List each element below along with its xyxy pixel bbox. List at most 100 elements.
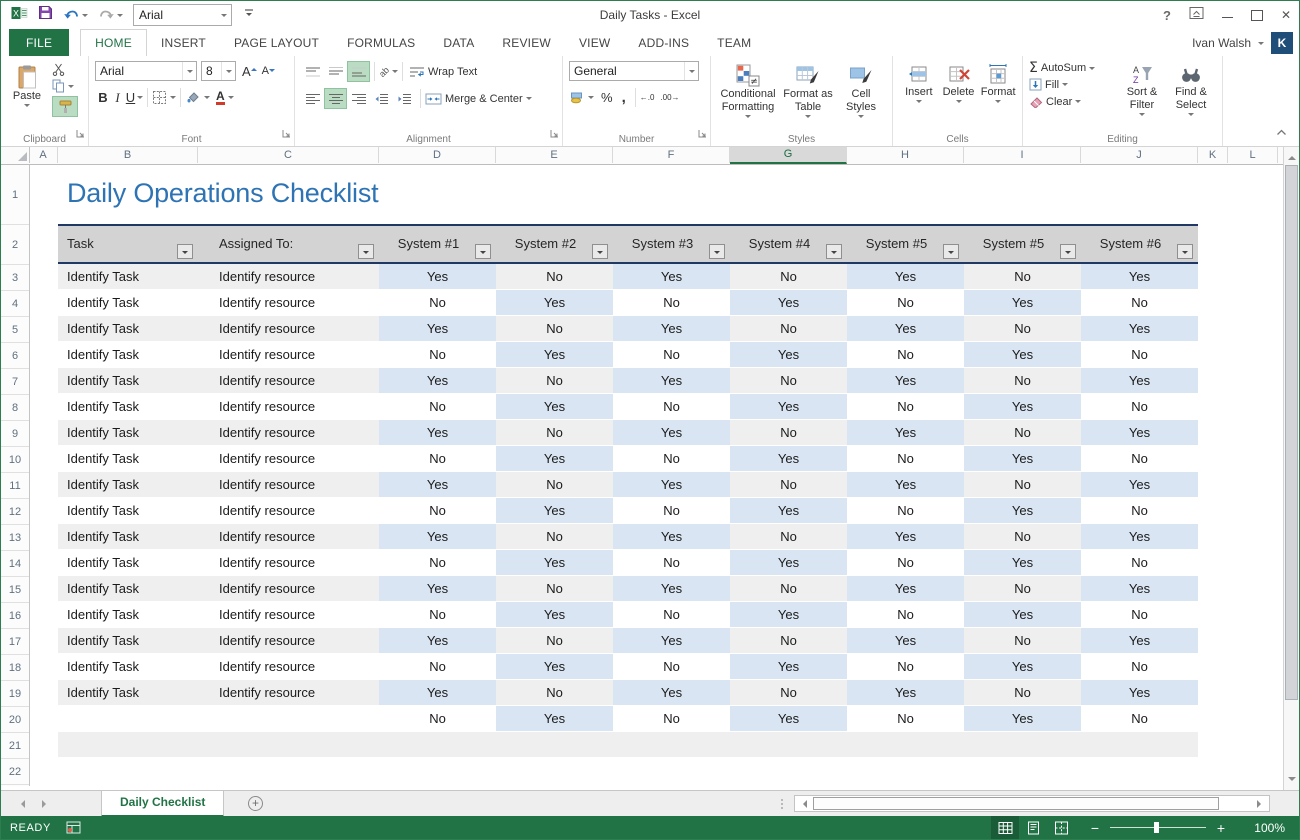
table-cell[interactable]: Yes xyxy=(730,446,847,472)
accounting-format-button[interactable] xyxy=(569,91,594,104)
redo-dropdown-icon[interactable] xyxy=(117,14,123,20)
row-header-3[interactable]: 3 xyxy=(1,265,29,291)
filter-button[interactable] xyxy=(1060,244,1076,259)
table-cell[interactable]: No xyxy=(379,654,496,680)
column-header-C[interactable]: C xyxy=(198,147,379,163)
table-cell[interactable]: Yes xyxy=(730,290,847,316)
sheet-nav-next-button[interactable] xyxy=(42,800,50,808)
table-cell[interactable]: Yes xyxy=(1081,472,1198,498)
tab-splitter-handle[interactable] xyxy=(781,799,783,801)
filter-button[interactable] xyxy=(177,244,193,259)
align-center-button[interactable] xyxy=(324,88,347,109)
select-all-corner[interactable] xyxy=(1,147,30,163)
column-header-H[interactable]: H xyxy=(847,147,964,163)
table-cell[interactable]: Identify resource xyxy=(198,472,379,498)
scroll-up-button[interactable] xyxy=(1288,152,1296,160)
table-cell[interactable]: Yes xyxy=(730,654,847,680)
table-cell[interactable]: Yes xyxy=(730,394,847,420)
table-cell[interactable]: Yes xyxy=(379,368,496,394)
cut-button[interactable] xyxy=(52,63,78,76)
table-cell[interactable]: Yes xyxy=(964,446,1081,472)
table-cell[interactable]: Yes xyxy=(847,368,964,394)
column-header-A[interactable]: A xyxy=(29,147,58,163)
maximize-button[interactable] xyxy=(1251,10,1263,21)
table-cell[interactable]: No xyxy=(847,550,964,576)
increase-indent-button[interactable] xyxy=(393,88,416,109)
table-cell[interactable]: Yes xyxy=(847,316,964,342)
row-header-12[interactable]: 12 xyxy=(1,499,29,525)
table-cell[interactable]: Yes xyxy=(613,628,730,654)
table-header-cell[interactable]: System #2 xyxy=(496,226,613,262)
table-cell[interactable]: Yes xyxy=(847,576,964,602)
table-cell[interactable]: Yes xyxy=(730,550,847,576)
ribbon-tab-page-layout[interactable]: PAGE LAYOUT xyxy=(220,29,333,56)
table-cell[interactable]: Identify Task xyxy=(58,342,198,368)
new-sheet-button[interactable]: + xyxy=(248,796,263,811)
table-cell[interactable]: Yes xyxy=(1081,576,1198,602)
format-as-table-button[interactable]: Format as Table xyxy=(779,61,837,121)
table-cell[interactable]: Identify resource xyxy=(198,602,379,628)
table-cell[interactable]: Identify Task xyxy=(58,654,198,680)
align-right-button[interactable] xyxy=(347,88,370,109)
column-header-K[interactable]: K xyxy=(1198,147,1228,163)
table-empty-row[interactable] xyxy=(58,732,1198,758)
delete-button[interactable]: Delete xyxy=(939,61,979,106)
wrap-text-button[interactable]: Wrap Text xyxy=(409,66,477,78)
number-dialog-launcher-icon[interactable] xyxy=(698,125,707,143)
vertical-scrollbar[interactable] xyxy=(1283,147,1300,790)
zoom-out-button[interactable]: − xyxy=(1085,821,1105,835)
table-cell[interactable]: Identify resource xyxy=(198,524,379,550)
macro-record-icon[interactable] xyxy=(66,821,81,834)
column-header-G[interactable]: G xyxy=(730,147,847,164)
column-header-L[interactable]: L xyxy=(1228,147,1278,163)
table-cell[interactable]: No xyxy=(847,498,964,524)
table-cell[interactable]: Yes xyxy=(613,316,730,342)
zoom-slider[interactable] xyxy=(1110,827,1206,828)
ribbon-tab-add-ins[interactable]: ADD-INS xyxy=(624,29,703,56)
row-header-17[interactable]: 17 xyxy=(1,629,29,655)
ribbon-tab-home[interactable]: HOME xyxy=(80,29,147,56)
table-cell[interactable]: No xyxy=(496,576,613,602)
comma-button[interactable]: , xyxy=(622,89,626,106)
table-cell[interactable]: Identify Task xyxy=(58,680,198,706)
table-cell[interactable]: Yes xyxy=(964,394,1081,420)
table-cell[interactable]: Yes xyxy=(496,342,613,368)
table-header-cell[interactable]: System #4 xyxy=(730,226,847,262)
table-cell[interactable]: No xyxy=(1081,602,1198,628)
table-cell[interactable]: No xyxy=(730,628,847,654)
table-cell[interactable]: Identify resource xyxy=(198,342,379,368)
table-cell[interactable]: No xyxy=(1081,394,1198,420)
table-cell[interactable]: No xyxy=(847,654,964,680)
merge-center-button[interactable]: Merge & Center xyxy=(425,93,532,105)
table-cell[interactable]: Yes xyxy=(1081,264,1198,290)
align-top-button[interactable] xyxy=(301,61,324,82)
table-cell[interactable]: No xyxy=(847,290,964,316)
table-cell[interactable]: Identify resource xyxy=(198,420,379,446)
borders-button[interactable] xyxy=(152,90,176,105)
sort-filter-button[interactable]: AZ Sort & Filter xyxy=(1117,61,1167,119)
table-cell[interactable]: No xyxy=(613,290,730,316)
table-cell[interactable]: No xyxy=(379,550,496,576)
table-cell[interactable]: No xyxy=(613,342,730,368)
table-cell[interactable]: Yes xyxy=(379,316,496,342)
align-middle-button[interactable] xyxy=(324,61,347,82)
filter-button[interactable] xyxy=(826,244,842,259)
ribbon-tab-team[interactable]: TEAM xyxy=(703,29,765,56)
table-cell[interactable]: Yes xyxy=(964,290,1081,316)
increase-decimal-button[interactable]: ←.0 xyxy=(640,93,655,102)
align-left-button[interactable] xyxy=(301,88,324,109)
save-icon[interactable] xyxy=(38,5,53,25)
table-cell[interactable]: No xyxy=(1081,290,1198,316)
ribbon-tab-data[interactable]: DATA xyxy=(429,29,488,56)
column-header-I[interactable]: I xyxy=(964,147,1081,163)
table-cell[interactable]: Identify Task xyxy=(58,550,198,576)
table-cell[interactable]: No xyxy=(730,524,847,550)
table-cell[interactable]: No xyxy=(847,394,964,420)
column-header-E[interactable]: E xyxy=(496,147,613,163)
table-cell[interactable]: Yes xyxy=(964,654,1081,680)
table-cell[interactable]: Yes xyxy=(847,680,964,706)
table-header-cell[interactable]: Task xyxy=(58,226,198,262)
font-dialog-launcher-icon[interactable] xyxy=(282,125,291,143)
table-cell[interactable]: No xyxy=(964,368,1081,394)
table-cell[interactable]: No xyxy=(496,316,613,342)
